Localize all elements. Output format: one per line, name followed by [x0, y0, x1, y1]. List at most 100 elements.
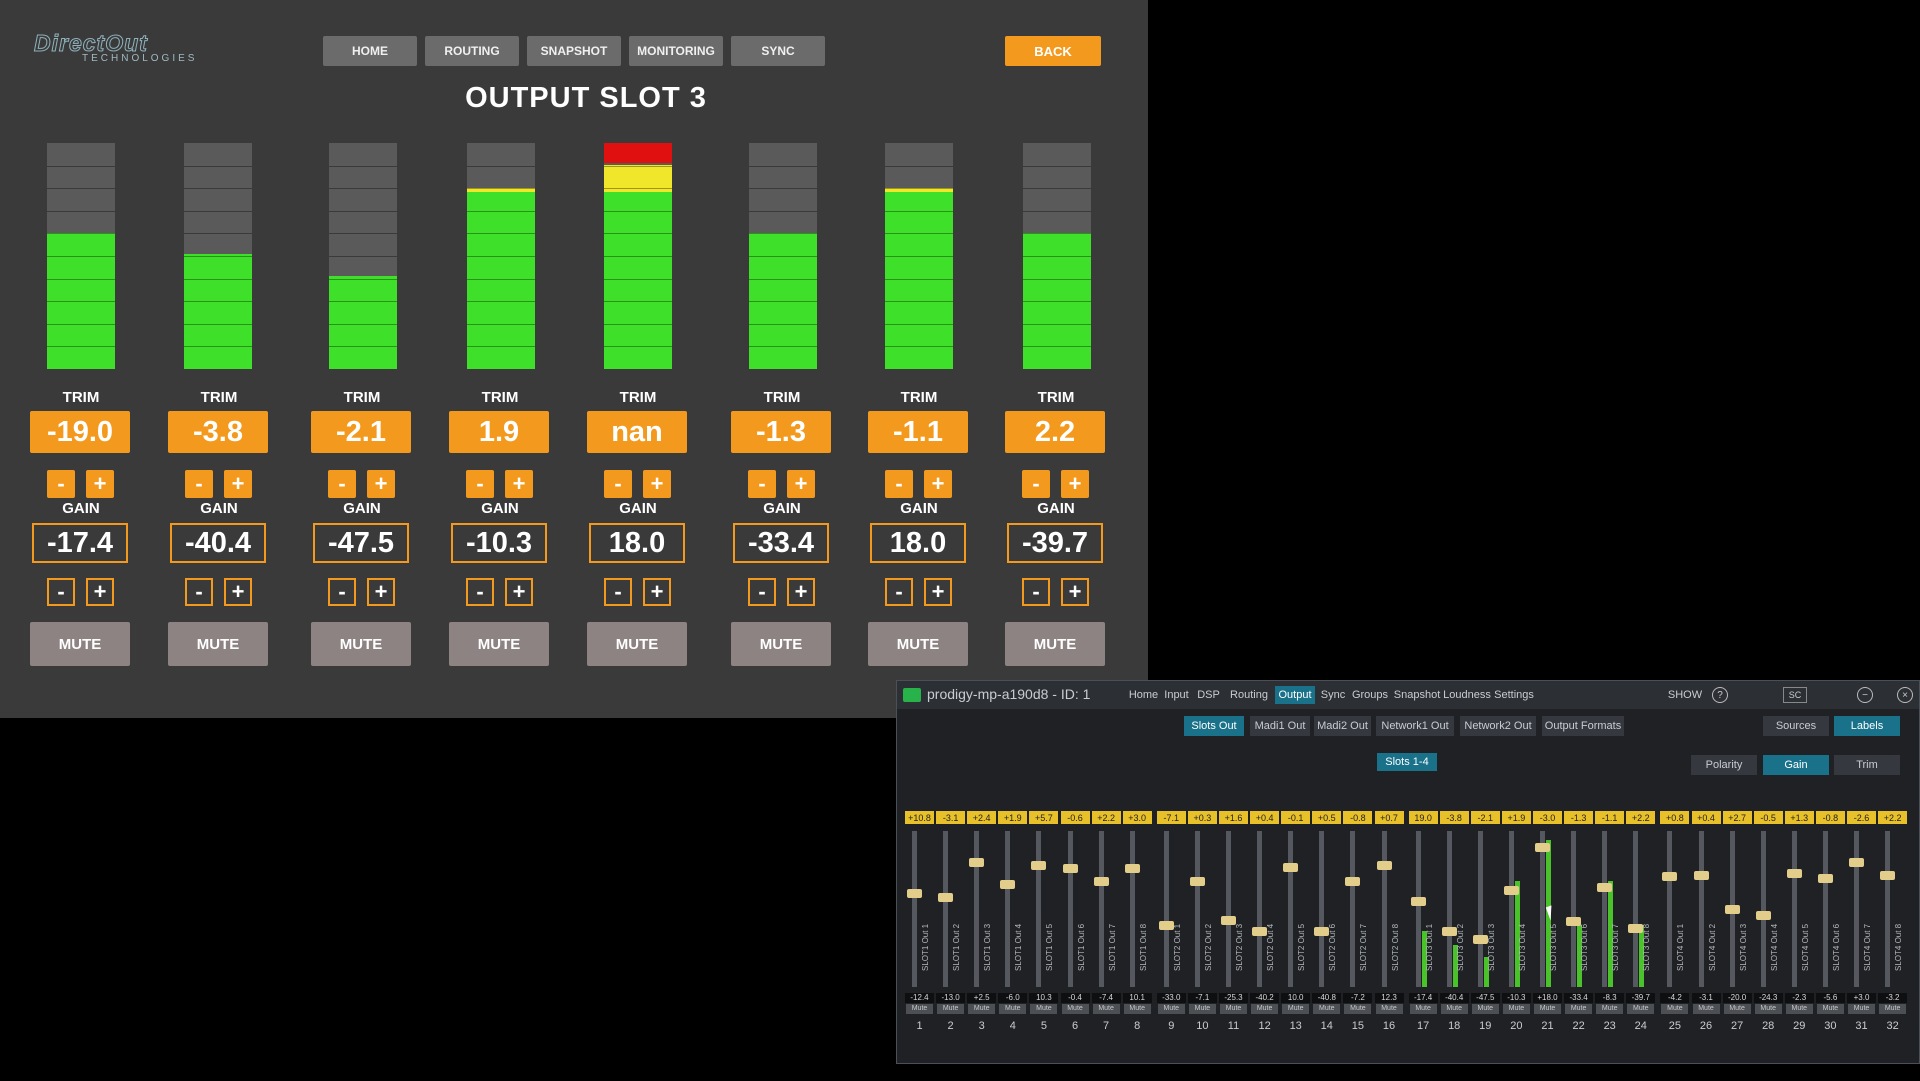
gain-value[interactable]: -39.7	[1007, 523, 1103, 563]
trim-value[interactable]: nan	[587, 411, 687, 453]
tab-loudness[interactable]: Loudness	[1443, 686, 1491, 704]
fader-knob[interactable]	[1566, 917, 1582, 926]
fader-knob[interactable]	[1221, 916, 1236, 925]
gain-value[interactable]: -33.4	[733, 523, 829, 563]
trim-value[interactable]: -1.1	[868, 411, 968, 453]
fader-knob[interactable]	[1189, 877, 1205, 886]
mute-button[interactable]: MUTE	[311, 622, 411, 666]
strip-mute-button[interactable]: Mute	[1816, 1004, 1844, 1014]
gain-value[interactable]: -40.4	[170, 523, 266, 563]
gain-plus-button[interactable]: +	[505, 578, 533, 606]
slots-range-button[interactable]: Slots 1-4	[1377, 753, 1437, 771]
gain-plus-button[interactable]: +	[367, 578, 395, 606]
gain-value[interactable]: -10.3	[451, 523, 547, 563]
trim-value[interactable]: -2.1	[311, 411, 411, 453]
mode-polarity-tab[interactable]: Polarity	[1691, 755, 1757, 775]
nav-routing-button[interactable]: ROUTING	[425, 36, 519, 66]
trim-minus-button[interactable]: -	[47, 470, 75, 498]
strip-mute-button[interactable]: Mute	[1157, 1004, 1185, 1014]
gain-plus-button[interactable]: +	[787, 578, 815, 606]
subtab-network1-out[interactable]: Network1 Out	[1376, 716, 1454, 736]
tab-sync[interactable]: Sync	[1318, 686, 1348, 704]
tab-settings[interactable]: Settings	[1493, 686, 1535, 704]
fader-knob[interactable]	[1124, 864, 1140, 873]
strip-mute-button[interactable]: Mute	[1409, 1004, 1437, 1014]
strip-mute-button[interactable]: Mute	[1627, 1004, 1655, 1014]
strip-mute-button[interactable]: Mute	[1092, 1004, 1120, 1014]
trim-plus-button[interactable]: +	[643, 470, 671, 498]
gain-plus-button[interactable]: +	[643, 578, 671, 606]
tab-routing[interactable]: Routing	[1226, 686, 1272, 704]
gain-minus-button[interactable]: -	[466, 578, 494, 606]
trim-plus-button[interactable]: +	[367, 470, 395, 498]
subtab-output-formats[interactable]: Output Formats	[1542, 716, 1624, 736]
strip-mute-button[interactable]: Mute	[1471, 1004, 1499, 1014]
tab-snapshot[interactable]: Snapshot	[1394, 686, 1440, 704]
fader-knob[interactable]	[1786, 869, 1802, 878]
trim-value[interactable]: -19.0	[30, 411, 130, 453]
strip-mute-button[interactable]: Mute	[1375, 1004, 1403, 1014]
fader-knob[interactable]	[1441, 927, 1457, 936]
strip-mute-button[interactable]: Mute	[937, 1004, 965, 1014]
tab-home[interactable]: Home	[1127, 686, 1160, 704]
trim-minus-button[interactable]: -	[466, 470, 494, 498]
strip-mute-button[interactable]: Mute	[1692, 1004, 1720, 1014]
strip-mute-button[interactable]: Mute	[1565, 1004, 1593, 1014]
subtab-madi2-out[interactable]: Madi2 Out	[1314, 716, 1371, 736]
nav-snapshot-button[interactable]: SNAPSHOT	[527, 36, 621, 66]
mode-trim-tab[interactable]: Trim	[1834, 755, 1900, 775]
subtab-madi1-out[interactable]: Madi1 Out	[1250, 716, 1310, 736]
nav-home-button[interactable]: HOME	[323, 36, 417, 66]
gain-value[interactable]: -17.4	[32, 523, 128, 563]
strip-mute-button[interactable]: Mute	[1123, 1004, 1151, 1014]
trim-plus-button[interactable]: +	[86, 470, 114, 498]
trim-plus-button[interactable]: +	[224, 470, 252, 498]
trim-minus-button[interactable]: -	[185, 470, 213, 498]
fader-knob[interactable]	[1000, 880, 1016, 889]
tab-groups[interactable]: Groups	[1349, 686, 1391, 704]
strip-mute-button[interactable]: Mute	[1440, 1004, 1468, 1014]
fader-knob[interactable]	[1376, 861, 1392, 870]
gain-minus-button[interactable]: -	[885, 578, 913, 606]
gain-value[interactable]: 18.0	[589, 523, 685, 563]
strip-mute-button[interactable]: Mute	[1661, 1004, 1689, 1014]
strip-mute-button[interactable]: Mute	[1030, 1004, 1058, 1014]
subtab-network2-out[interactable]: Network2 Out	[1460, 716, 1536, 736]
fader-knob[interactable]	[1880, 871, 1896, 880]
gain-minus-button[interactable]: -	[328, 578, 356, 606]
labels-tab[interactable]: Labels	[1834, 716, 1900, 736]
fader-knob[interactable]	[1693, 871, 1709, 880]
strip-mute-button[interactable]: Mute	[1785, 1004, 1813, 1014]
fader-knob[interactable]	[969, 858, 985, 867]
strip-mute-button[interactable]: Mute	[1502, 1004, 1530, 1014]
fader-knob[interactable]	[1093, 877, 1109, 886]
mute-button[interactable]: MUTE	[168, 622, 268, 666]
strip-mute-button[interactable]: Mute	[1313, 1004, 1341, 1014]
mode-gain-tab[interactable]: Gain	[1763, 755, 1829, 775]
tab-output[interactable]: Output	[1275, 686, 1315, 704]
strip-mute-button[interactable]: Mute	[906, 1004, 933, 1014]
gain-minus-button[interactable]: -	[604, 578, 632, 606]
fader-knob[interactable]	[1817, 874, 1833, 883]
trim-value[interactable]: 1.9	[449, 411, 549, 453]
trim-value[interactable]: 2.2	[1005, 411, 1105, 453]
fader-knob[interactable]	[1755, 911, 1771, 920]
trim-minus-button[interactable]: -	[1022, 470, 1050, 498]
gain-minus-button[interactable]: -	[185, 578, 213, 606]
sources-tab[interactable]: Sources	[1763, 716, 1829, 736]
mute-button[interactable]: MUTE	[30, 622, 130, 666]
gain-plus-button[interactable]: +	[224, 578, 252, 606]
tab-dsp[interactable]: DSP	[1193, 686, 1224, 704]
fader-knob[interactable]	[1283, 863, 1299, 872]
fader-knob[interactable]	[1597, 883, 1613, 892]
show-button[interactable]: SHOW	[1665, 686, 1705, 704]
trim-value[interactable]: -1.3	[731, 411, 831, 453]
gain-value[interactable]: -47.5	[313, 523, 409, 563]
strip-mute-button[interactable]: Mute	[1282, 1004, 1310, 1014]
minimize-icon[interactable]: −	[1857, 687, 1873, 703]
strip-mute-button[interactable]: Mute	[1848, 1004, 1875, 1014]
strip-mute-button[interactable]: Mute	[1251, 1004, 1279, 1014]
subtab-slots-out[interactable]: Slots Out	[1184, 716, 1244, 736]
nav-monitoring-button[interactable]: MONITORING	[629, 36, 723, 66]
trim-plus-button[interactable]: +	[1061, 470, 1089, 498]
